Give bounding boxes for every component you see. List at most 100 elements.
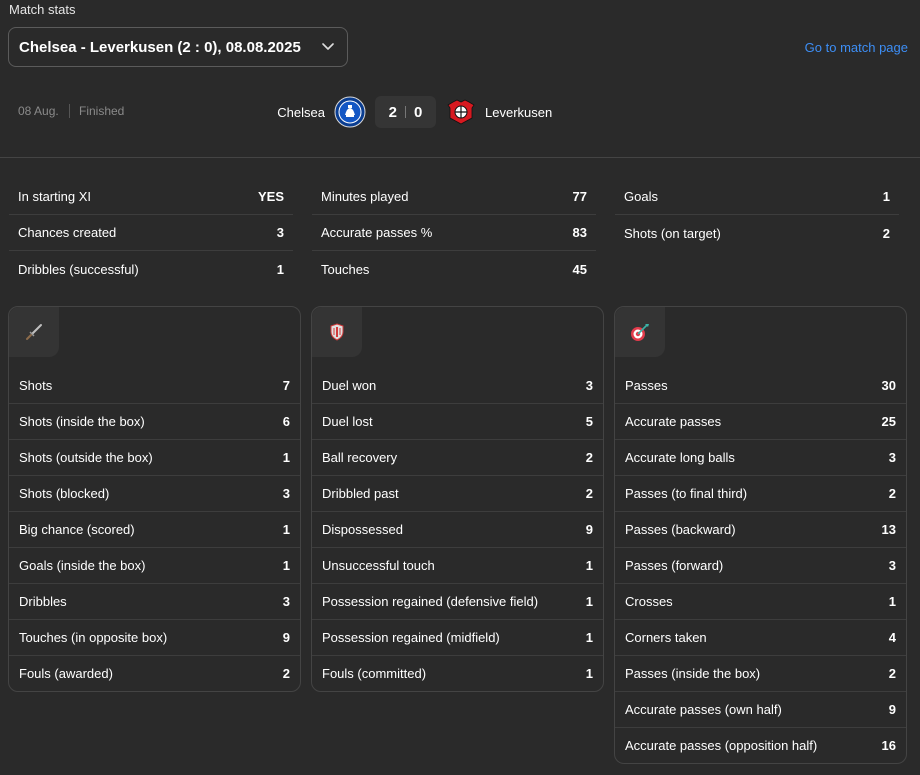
stat-value: 3 — [888, 558, 896, 573]
defense-stats-card: Duel won 3 Duel lost 5 Ball recovery 2 Dribble… — [311, 306, 604, 692]
stat-label: Minutes played — [321, 189, 409, 204]
stat-row: Touches (in opposite box) 9 — [9, 619, 300, 655]
stat-value: 2 — [585, 486, 593, 501]
stat-value: 1 — [282, 522, 290, 537]
stat-value: 3 — [276, 225, 284, 240]
stat-label: Shots (outside the box) — [19, 450, 153, 465]
away-score: 0 — [414, 103, 423, 121]
chelsea-logo-icon — [334, 96, 366, 128]
match-select-dropdown[interactable]: Chelsea - Leverkusen (2 : 0), 08.08.2025 — [8, 27, 348, 67]
stat-value: 45 — [572, 261, 587, 277]
stat-value: 2 — [888, 486, 896, 501]
stat-value: 6 — [282, 414, 290, 429]
stat-value: 2 — [888, 666, 896, 681]
stat-label: Chances created — [18, 225, 117, 240]
stat-label: Accurate passes (own half) — [625, 702, 782, 717]
stat-label: Dribbles — [19, 594, 67, 609]
stat-label: Dribbles (successful) — [18, 261, 139, 277]
stat-label: Duel won — [322, 377, 377, 393]
stat-row: Accurate passes % 83 — [312, 215, 596, 251]
stat-row: Fouls (committed) 1 — [312, 655, 603, 691]
stat-value: 1 — [888, 594, 896, 609]
stat-label: Ball recovery — [322, 450, 398, 465]
stat-label: Big chance (scored) — [19, 522, 135, 537]
stat-label: Dispossessed — [322, 522, 403, 537]
stat-value: 77 — [572, 189, 587, 204]
go-to-match-link[interactable]: Go to match page — [805, 40, 908, 55]
section-title: Match stats — [9, 2, 76, 17]
stat-row: Unsuccessful touch 1 — [312, 547, 603, 583]
stat-value: 2 — [882, 225, 890, 241]
stat-label: Passes (backward) — [625, 522, 736, 537]
stat-label: Duel lost — [322, 414, 373, 429]
stat-row: Big chance (scored) 1 — [9, 511, 300, 547]
passing-stats-card: Passes 30 Accurate passes 25 Accurate long b… — [614, 306, 907, 764]
stat-value: 1 — [882, 189, 890, 204]
stat-row: Fouls (awarded) 2 — [9, 655, 300, 691]
stat-label: Unsuccessful touch — [322, 558, 435, 573]
stat-value: 1 — [585, 666, 593, 681]
stat-row: Minutes played 77 — [312, 179, 596, 215]
stat-row: Dispossessed 9 — [312, 511, 603, 547]
stat-label: Fouls (committed) — [322, 666, 427, 681]
home-score: 2 — [388, 103, 397, 121]
stat-label: Shots (blocked) — [19, 486, 110, 501]
home-team-name: Chelsea — [277, 105, 325, 120]
leverkusen-logo-icon — [445, 96, 477, 128]
stat-value: 16 — [881, 738, 896, 753]
stat-value: 3 — [282, 486, 290, 501]
stat-label: Accurate passes (opposition half) — [625, 738, 818, 753]
stat-row: Dribbled past 2 — [312, 475, 603, 511]
stat-row: Passes (to final third) 2 — [615, 475, 906, 511]
stat-label: Shots (on target) — [624, 225, 721, 241]
stat-label: Dribbled past — [322, 486, 399, 501]
summary-column-3: Goals 1 Shots (on target) 2 — [615, 179, 899, 251]
stat-row: Possession regained (midfield) 1 — [312, 619, 603, 655]
stat-value: 9 — [585, 522, 593, 537]
stat-value: 1 — [585, 558, 593, 573]
summary-column-2: Minutes played 77 Accurate passes % 83 Touch… — [312, 179, 596, 287]
stat-value: 83 — [572, 225, 587, 240]
stat-row: Shots (blocked) 3 — [9, 475, 300, 511]
stat-label: In starting XI — [18, 189, 91, 204]
match-status: Finished — [79, 104, 125, 118]
stat-value: 2 — [282, 666, 290, 681]
stat-value: 4 — [888, 630, 896, 645]
stat-row: Shots (inside the box) 6 — [9, 403, 300, 439]
stat-label: Accurate long balls — [625, 450, 735, 465]
stat-label: Corners taken — [625, 630, 707, 645]
stat-row: Corners taken 4 — [615, 619, 906, 655]
stat-value: 9 — [282, 630, 290, 645]
target-icon — [615, 307, 665, 357]
stat-row: Shots (outside the box) 1 — [9, 439, 300, 475]
stat-label: Fouls (awarded) — [19, 666, 113, 681]
shield-icon — [312, 307, 362, 357]
away-team-name: Leverkusen — [485, 105, 553, 120]
match-select-value: Chelsea - Leverkusen (2 : 0), 08.08.2025 — [19, 38, 301, 56]
stat-value: 2 — [585, 450, 593, 465]
stat-label: Goals (inside the box) — [19, 558, 146, 573]
section-divider — [0, 157, 920, 158]
stat-label: Accurate passes % — [321, 225, 433, 240]
stat-value: 5 — [585, 414, 593, 429]
stat-value: 1 — [276, 261, 284, 277]
stat-value: 3 — [585, 377, 593, 393]
stat-row: Goals (inside the box) 1 — [9, 547, 300, 583]
stat-value: 13 — [881, 522, 896, 537]
stat-label: Accurate passes — [625, 414, 722, 429]
score-box: 2 0 — [375, 96, 436, 128]
stat-row: Passes 30 — [615, 367, 906, 403]
stat-row: Goals 1 — [615, 179, 899, 215]
stat-row: In starting XI YES — [9, 179, 293, 215]
stat-label: Touches — [321, 261, 370, 277]
stat-value: 3 — [888, 450, 896, 465]
stat-value: 1 — [282, 450, 290, 465]
stat-label: Touches (in opposite box) — [19, 630, 168, 645]
stat-row: Accurate passes 25 — [615, 403, 906, 439]
stat-row: Touches 45 — [312, 251, 596, 287]
stat-row: Duel won 3 — [312, 367, 603, 403]
stat-row: Passes (backward) 13 — [615, 511, 906, 547]
stat-value: 7 — [282, 377, 290, 393]
divider — [69, 104, 70, 118]
stat-label: Goals — [624, 189, 658, 204]
